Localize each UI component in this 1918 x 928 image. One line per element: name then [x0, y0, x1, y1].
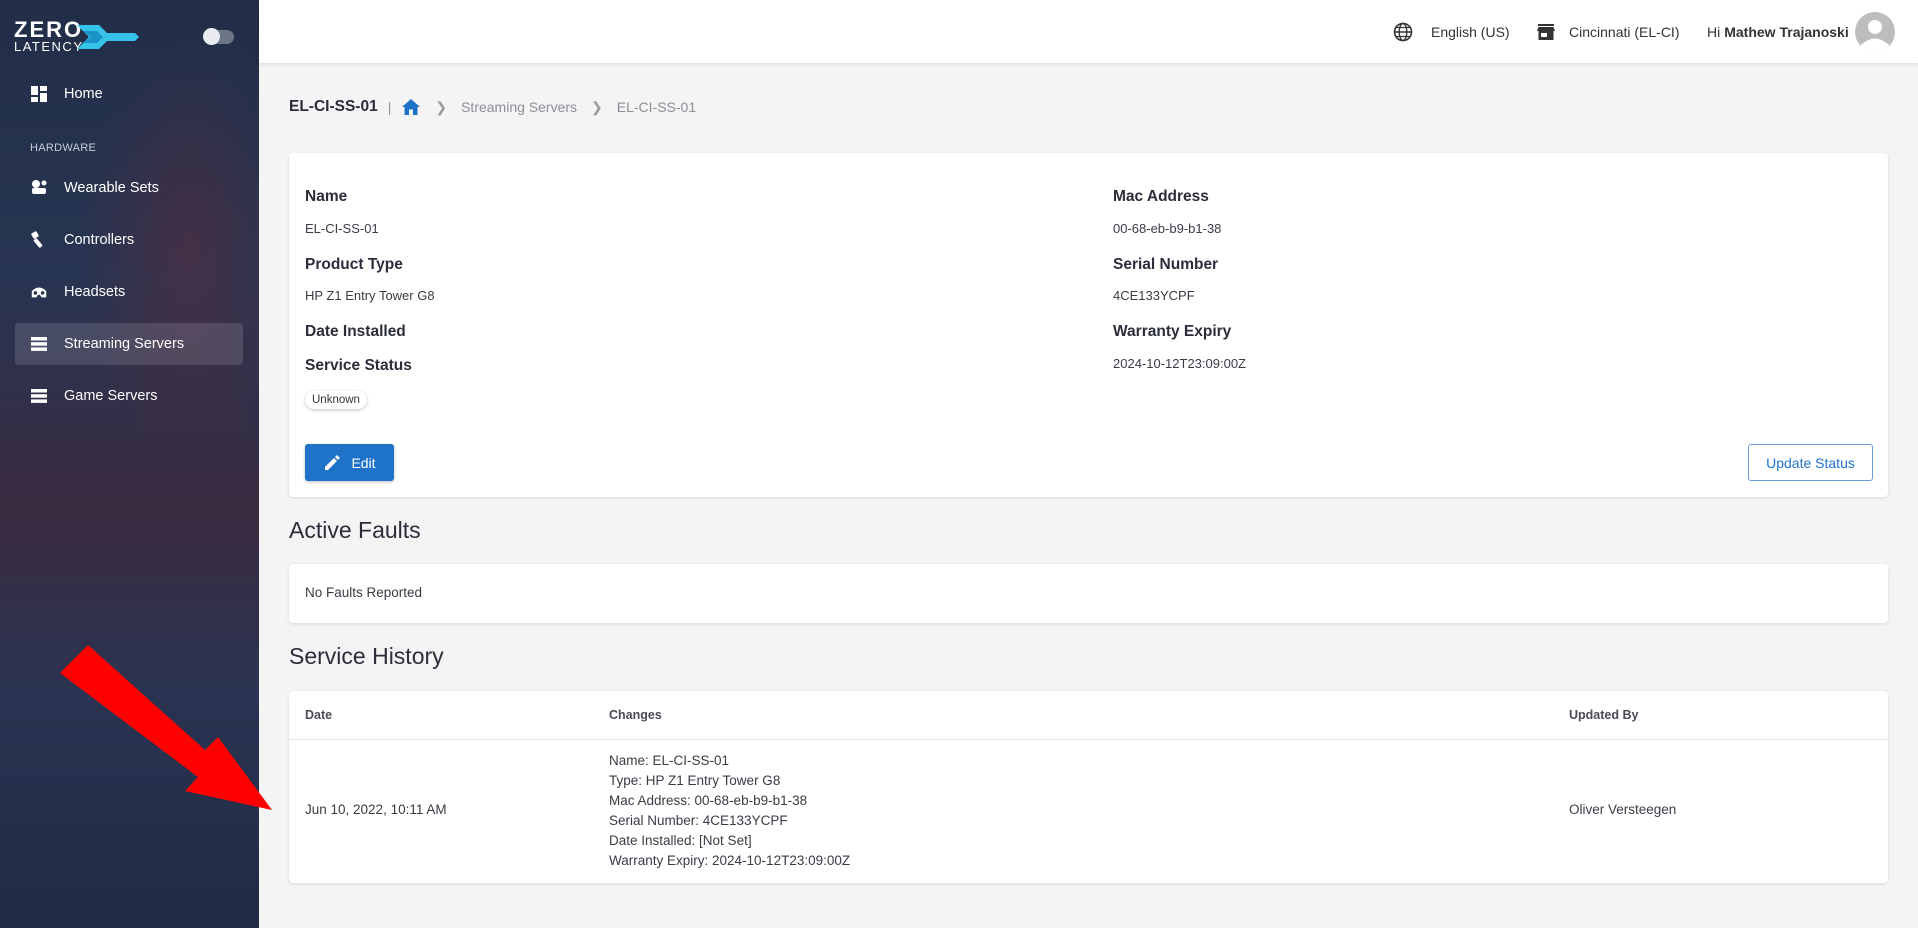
column-date[interactable]: Date: [305, 708, 332, 722]
update-status-button[interactable]: Update Status: [1748, 444, 1873, 481]
page-title: EL-CI-SS-01: [289, 98, 378, 115]
language-label: English (US): [1431, 23, 1510, 40]
chevron-right-icon: ❯: [591, 98, 603, 115]
user-greeting[interactable]: Hi Mathew Trajanoski: [1707, 0, 1849, 63]
column-updated-by[interactable]: Updated By: [1569, 708, 1638, 722]
sidebar-item-label: Home: [64, 86, 103, 102]
change-line: Date Installed: [Not Set]: [609, 833, 752, 848]
row-date: Jun 10, 2022, 10:11 AM: [305, 802, 447, 817]
sidebar-item-label: Headsets: [64, 284, 126, 300]
sidebar-item-label: Controllers: [64, 232, 135, 248]
sidebar-item-game-servers[interactable]: Game Servers: [15, 375, 243, 417]
sidebar-item-home[interactable]: Home: [15, 73, 243, 115]
location-label: Cincinnati (EL-CI): [1569, 23, 1680, 40]
store-icon: [1537, 23, 1555, 40]
dashboard-icon: [30, 85, 48, 103]
zero-latency-logo[interactable]: ZERO LATENCY: [14, 17, 139, 55]
column-changes[interactable]: Changes: [609, 708, 662, 722]
sidebar-item-wearable-sets[interactable]: Wearable Sets: [15, 167, 243, 209]
status-badge: Unknown: [305, 391, 367, 409]
logo-line1: ZERO: [14, 17, 84, 42]
sidebar-item-label: Wearable Sets: [64, 180, 159, 196]
warranty-expiry-value: 2024-10-12T23:09:00Z: [1113, 356, 1246, 371]
row-updated-by: Oliver Versteegen: [1569, 802, 1677, 817]
active-faults-title: Active Faults: [289, 517, 421, 543]
sidebar-item-streaming-servers[interactable]: Streaming Servers: [15, 323, 243, 365]
globe-icon: [1393, 22, 1413, 41]
service-history-title: Service History: [289, 643, 444, 669]
change-line: Mac Address: 00-68-eb-b9-b1-38: [609, 793, 808, 808]
product-type-label: Product Type: [305, 256, 403, 273]
theme-toggle[interactable]: [203, 28, 234, 45]
mac-address-value: 00-68-eb-b9-b1-38: [1113, 221, 1222, 236]
breadcrumb-separator: |: [387, 99, 392, 115]
change-line: Name: EL-CI-SS-01: [609, 753, 730, 768]
user-icon: [1861, 20, 1889, 52]
no-faults-text: No Faults Reported: [305, 585, 423, 600]
breadcrumb: EL-CI-SS-01 | ❯ Streaming Servers ❯ EL-C…: [289, 96, 696, 118]
date-installed-label: Date Installed: [305, 323, 406, 340]
serial-number-label: Serial Number: [1113, 256, 1219, 273]
sidebar-item-headsets[interactable]: Headsets: [15, 271, 243, 313]
breadcrumb-current: EL-CI-SS-01: [616, 99, 697, 115]
headset-icon: [30, 283, 48, 301]
toggle-knob: [203, 28, 220, 45]
faults-card: No Faults Reported: [289, 564, 1888, 623]
server-icon: [30, 387, 48, 405]
name-label: Name: [305, 188, 348, 205]
change-line: Serial Number: 4CE133YCPF: [609, 813, 788, 828]
nav-section-hardware: HARDWARE: [30, 142, 97, 154]
greeting-text: Hi: [1707, 23, 1721, 40]
top-bar: English (US) Cincinnati (EL-CI) Hi Mathe…: [259, 0, 1918, 63]
pencil-icon: [325, 454, 341, 470]
table-row[interactable]: Jun 10, 2022, 10:11 AM Name: EL-CI-SS-01…: [289, 740, 1888, 883]
sidebar-item-label: Game Servers: [64, 388, 158, 404]
logo-arrow-icon: [77, 25, 139, 49]
service-history-table: Date Changes Updated By Jun 10, 2022, 10…: [289, 691, 1888, 883]
logo-line2: LATENCY: [14, 39, 84, 54]
chevron-right-icon: ❯: [435, 98, 448, 115]
change-line: Warranty Expiry: 2024-10-12T23:09:00Z: [609, 853, 851, 868]
breadcrumb-streaming-servers[interactable]: Streaming Servers: [461, 99, 577, 115]
sidebar-item-controllers[interactable]: Controllers: [15, 219, 243, 261]
sidebar-item-label: Streaming Servers: [64, 336, 185, 352]
mac-address-label: Mac Address: [1113, 188, 1209, 205]
product-type-value: HP Z1 Entry Tower G8: [305, 288, 435, 303]
edit-button[interactable]: Edit: [305, 444, 394, 481]
language-selector[interactable]: English (US): [1393, 0, 1510, 63]
table-header: Date Changes Updated By: [289, 691, 1888, 740]
row-changes: Name: EL-CI-SS-01 Type: HP Z1 Entry Towe…: [609, 751, 850, 871]
service-status-label: Service Status: [305, 357, 412, 374]
wearable-icon: [30, 179, 48, 197]
edit-button-label: Edit: [351, 454, 376, 471]
name-value: EL-CI-SS-01: [305, 221, 379, 236]
avatar[interactable]: [1855, 12, 1895, 52]
user-name: Mathew Trajanoski: [1724, 23, 1849, 40]
details-card: Name EL-CI-SS-01 Product Type HP Z1 Entr…: [289, 153, 1888, 497]
red-arrow-annotation: [60, 645, 272, 810]
location-selector[interactable]: Cincinnati (EL-CI): [1537, 0, 1679, 63]
serial-number-value: 4CE133YCPF: [1113, 288, 1195, 303]
server-icon: [30, 335, 48, 353]
home-icon[interactable]: [401, 98, 421, 116]
change-line: Type: HP Z1 Entry Tower G8: [609, 773, 781, 788]
warranty-expiry-label: Warranty Expiry: [1113, 323, 1232, 340]
controller-icon: [30, 231, 48, 249]
